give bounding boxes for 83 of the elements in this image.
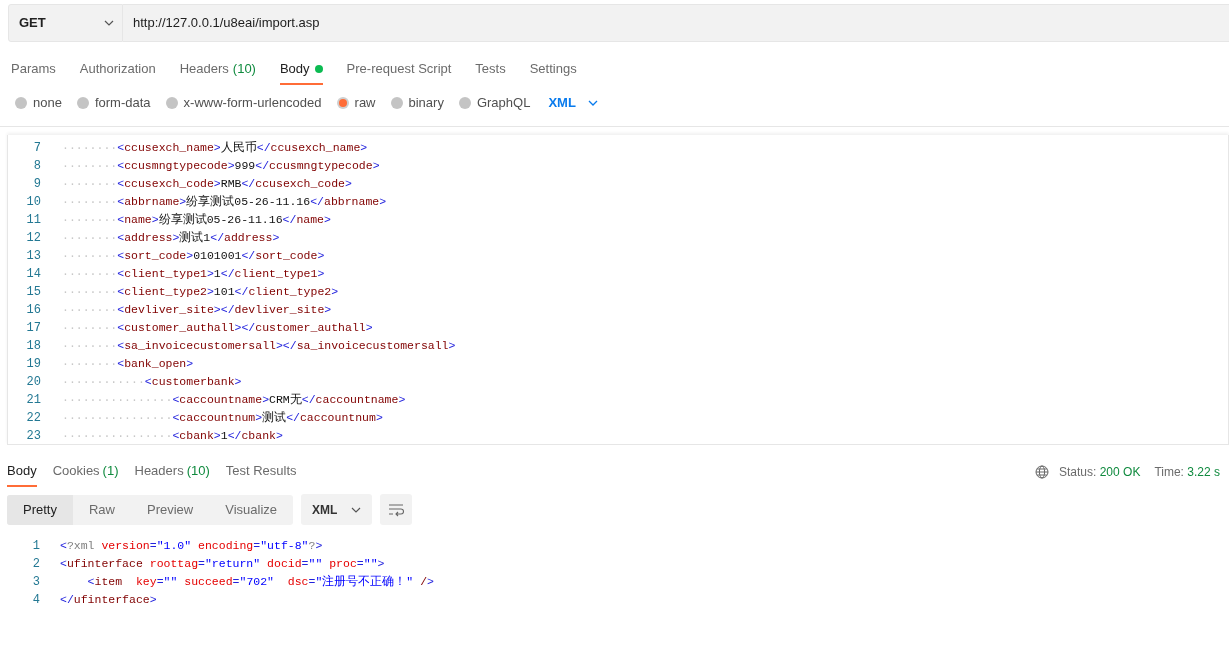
tab[interactable]: Body (279, 55, 323, 85)
line-number: 21 (25, 392, 41, 409)
line-number: 8 (32, 158, 41, 175)
tab[interactable]: Authorization (79, 55, 156, 85)
line-number: 20 (25, 374, 41, 391)
line-number: 10 (25, 194, 41, 211)
code-line: ············<customerbank> (62, 374, 242, 391)
radio-label[interactable]: raw (354, 93, 376, 113)
radio-label[interactable]: x-www-form-urlencoded (183, 93, 322, 113)
radio-button[interactable] (76, 97, 89, 109)
line-number: 22 (25, 410, 41, 427)
line-number: 19 (25, 356, 41, 373)
tab[interactable]: Params (11, 55, 56, 85)
tab[interactable]: Settings (529, 55, 577, 85)
chevron-down-icon (104, 20, 114, 26)
radio-button[interactable] (15, 97, 27, 109)
radio-label[interactable]: form-data (94, 93, 151, 113)
line-number: 12 (25, 230, 41, 247)
radio-label[interactable]: none (33, 93, 62, 113)
status-text: Status: 200 OK (1059, 463, 1141, 481)
code-line: ········<devliver_site></devliver_site> (62, 302, 332, 319)
line-number: 15 (25, 284, 41, 301)
method-label: GET (19, 14, 46, 33)
tab[interactable]: Pre-request Script (346, 55, 452, 85)
radio-button[interactable] (390, 97, 403, 109)
radio-label[interactable]: GraphQL (476, 93, 531, 113)
code-line: <ufinterface roottag="return" docid="" proc=""> (60, 556, 385, 573)
body-format-dropdown[interactable]: XML (548, 93, 598, 113)
view-mode-tab[interactable]: Preview (131, 494, 210, 525)
code-line: ················<caccountnum>测试</caccountnum> (62, 410, 383, 427)
code-line: ········<bank_open> (62, 356, 194, 373)
chevron-down-icon (351, 506, 362, 513)
view-mode-tab[interactable]: Pretty (7, 494, 73, 525)
view-mode-tab[interactable]: Visualize (209, 494, 294, 525)
line-number: 3 (31, 574, 40, 591)
format-dropdown[interactable]: XML (301, 494, 373, 525)
chevron-down-icon (587, 100, 598, 106)
code-line: ········<sort_code>0101001</sort_code> (62, 248, 325, 265)
code-line: ········<client_type2>101</client_type2> (62, 284, 339, 301)
method-dropdown[interactable]: GET (8, 4, 123, 42)
line-number: 4 (31, 592, 40, 609)
tab[interactable]: Tests (475, 55, 506, 85)
line-number: 23 (25, 428, 41, 444)
tab[interactable]: Body (7, 456, 37, 487)
url-field[interactable]: http://127.0.0.1/u8eai/import.asp (123, 4, 1229, 42)
line-number: 2 (31, 556, 40, 573)
code-line: ········<sa_invoicecustomersall></sa_invoicecustomersall> (62, 338, 456, 355)
code-line: <?xml version="1.0" encoding="utf-8"?> (60, 538, 323, 555)
line-number: 16 (25, 302, 41, 319)
time-text: Time: 3.22 s (1154, 463, 1220, 481)
line-number: 11 (25, 212, 41, 229)
wrap-lines-button[interactable] (380, 494, 413, 525)
tab[interactable]: Headers (10) (179, 55, 256, 85)
code-line: ········<client_type1>1</client_type1> (62, 266, 325, 283)
tab[interactable]: Cookies (1) (52, 456, 119, 487)
code-line: ········<customer_authall></customer_authall> (62, 320, 373, 337)
request-body-editor[interactable] (7, 135, 1229, 445)
code-line: ········<abbrname>纷享测试05-26-11.16</abbrname> (62, 194, 387, 211)
line-number: 7 (32, 140, 41, 157)
code-line: ················<cbank>1</cbank> (62, 428, 283, 444)
radio-button[interactable] (336, 97, 349, 109)
code-line: ········<address>测试1</address> (62, 230, 280, 247)
code-line: ········<ccusexch_name>人民币</ccusexch_name> (62, 140, 368, 157)
globe-icon[interactable] (1035, 464, 1049, 479)
line-number: 14 (25, 266, 41, 283)
code-line: <item key="" succeed="702" dsc="注册号不正确！" /> (86, 574, 434, 591)
wrap-icon (388, 502, 405, 517)
code-line: ········<ccusmngtypecode>999</ccusmngtypecode> (62, 158, 380, 175)
code-line: </ufinterface> (60, 592, 157, 609)
code-line: ················<caccountname>CRM无</caccountname> (62, 392, 406, 409)
line-number: 1 (31, 538, 40, 555)
line-number: 9 (32, 176, 41, 193)
line-number: 13 (25, 248, 41, 265)
radio-button[interactable] (165, 97, 178, 109)
code-line: ········<name>纷享测试05-26-11.16</name> (62, 212, 331, 229)
tab[interactable]: Test Results (225, 456, 297, 487)
view-mode-tab[interactable]: Raw (72, 494, 131, 525)
radio-button[interactable] (458, 97, 471, 109)
code-line: ········<ccusexch_code>RMB</ccusexch_code> (62, 176, 352, 193)
line-number: 17 (25, 320, 41, 337)
line-number: 18 (25, 338, 41, 355)
tab[interactable]: Headers (10) (134, 456, 210, 487)
radio-label[interactable]: binary (408, 93, 444, 113)
